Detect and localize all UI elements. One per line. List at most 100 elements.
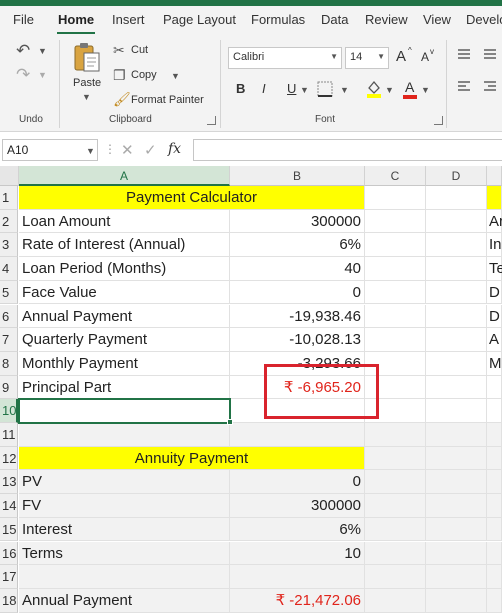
row-header-4[interactable]: 4 bbox=[0, 257, 18, 281]
formula-input[interactable] bbox=[193, 139, 502, 161]
cell-e-clipped-label[interactable]: Te bbox=[489, 257, 502, 281]
row-header-10[interactable]: 10 bbox=[0, 399, 18, 423]
cell-e-clipped-label[interactable]: A bbox=[489, 328, 502, 352]
name-box-dropdown-icon[interactable]: ▼ bbox=[86, 146, 95, 156]
underline-button[interactable]: U bbox=[287, 81, 296, 96]
row-header-2[interactable]: 2 bbox=[0, 209, 18, 234]
grow-font-button[interactable]: A bbox=[396, 48, 406, 65]
redo-dropdown-icon[interactable]: ▼ bbox=[38, 70, 47, 80]
cell-b18[interactable]: ₹ -21,472.06 bbox=[230, 588, 365, 613]
cell-d1[interactable] bbox=[426, 186, 487, 210]
cell-e11[interactable] bbox=[487, 423, 502, 447]
italic-button[interactable]: I bbox=[262, 81, 266, 96]
cell-a1[interactable]: Payment Calculator bbox=[19, 186, 365, 210]
paste-button[interactable]: Paste bbox=[73, 77, 101, 89]
fill-color-icon[interactable] bbox=[365, 78, 383, 98]
font-color-dropdown-icon[interactable]: ▼ bbox=[421, 85, 430, 95]
cell-b15[interactable]: 6% bbox=[230, 517, 365, 542]
cell-a3[interactable]: Rate of Interest (Annual) bbox=[19, 233, 230, 258]
cell-e14[interactable] bbox=[487, 494, 502, 518]
column-header-e[interactable] bbox=[487, 166, 502, 186]
cell-b4[interactable]: 40 bbox=[230, 257, 365, 281]
fill-color-dropdown-icon[interactable]: ▼ bbox=[385, 85, 394, 95]
borders-icon[interactable] bbox=[316, 80, 336, 98]
cell-d7[interactable] bbox=[426, 328, 487, 352]
cell-c2[interactable] bbox=[365, 209, 426, 234]
tab-insert[interactable]: Insert bbox=[112, 12, 145, 27]
cell-c15[interactable] bbox=[365, 517, 426, 542]
row-header-3[interactable]: 3 bbox=[0, 233, 18, 258]
row-header-7[interactable]: 7 bbox=[0, 328, 18, 352]
tab-file[interactable]: File bbox=[13, 12, 34, 27]
cell-a2[interactable]: Loan Amount bbox=[19, 209, 230, 234]
cell-d11[interactable] bbox=[426, 423, 487, 447]
row-header-13[interactable]: 13 bbox=[0, 470, 18, 495]
cell-c1[interactable] bbox=[365, 186, 426, 210]
cell-b3[interactable]: 6% bbox=[230, 233, 365, 258]
cell-a8[interactable]: Monthly Payment bbox=[19, 351, 230, 376]
cell-e10[interactable] bbox=[487, 399, 502, 423]
cell-a16[interactable]: Terms bbox=[19, 541, 230, 566]
cell-d10[interactable] bbox=[426, 399, 487, 423]
tab-data[interactable]: Data bbox=[321, 12, 348, 27]
cell-a18[interactable]: Annual Payment bbox=[19, 588, 230, 613]
cell-e-clipped-label[interactable]: In bbox=[489, 233, 502, 257]
cell-e-clipped-label[interactable]: Ar bbox=[489, 210, 502, 234]
copy-icon[interactable]: ❐ bbox=[113, 68, 126, 82]
cell-a15[interactable]: Interest bbox=[19, 517, 230, 542]
cell-e17[interactable] bbox=[487, 565, 502, 589]
cell-c17[interactable] bbox=[365, 565, 426, 589]
cell-b11[interactable] bbox=[230, 423, 365, 447]
cell-d13[interactable] bbox=[426, 470, 487, 495]
name-box[interactable]: A10 bbox=[2, 139, 98, 161]
confirm-entry-icon[interactable]: ✓ bbox=[144, 141, 157, 159]
cell-b7[interactable]: -10,028.13 bbox=[230, 328, 365, 352]
cell-e15[interactable] bbox=[487, 517, 502, 542]
cell-c18[interactable] bbox=[365, 588, 426, 613]
cell-e-clipped-label[interactable]: D bbox=[489, 305, 502, 329]
format-painter-button[interactable]: Format Painter bbox=[131, 94, 204, 106]
cell-e16[interactable] bbox=[487, 541, 502, 566]
insert-function-button[interactable]: fx bbox=[168, 141, 181, 157]
redo-icon[interactable]: ↷ bbox=[16, 66, 30, 83]
cell-d4[interactable] bbox=[426, 257, 487, 281]
fill-handle[interactable] bbox=[227, 419, 233, 425]
cell-a11[interactable] bbox=[19, 423, 230, 447]
cell-d2[interactable] bbox=[426, 209, 487, 234]
cell-a17[interactable] bbox=[19, 565, 230, 589]
cell-d15[interactable] bbox=[426, 517, 487, 542]
select-all-corner[interactable] bbox=[0, 166, 19, 186]
copy-dropdown-icon[interactable]: ▼ bbox=[171, 71, 180, 81]
formula-bar-menu-icon[interactable]: ⋮ bbox=[104, 142, 116, 156]
cell-d12[interactable] bbox=[426, 446, 487, 471]
tab-developer[interactable]: Develo bbox=[466, 12, 502, 27]
cell-c4[interactable] bbox=[365, 257, 426, 281]
cell-d18[interactable] bbox=[426, 588, 487, 613]
row-header-5[interactable]: 5 bbox=[0, 280, 18, 305]
bold-button[interactable]: B bbox=[236, 81, 245, 96]
cell-a7[interactable]: Quarterly Payment bbox=[19, 328, 230, 352]
tab-page-layout[interactable]: Page Layout bbox=[163, 12, 236, 27]
cell-e1-fill[interactable] bbox=[487, 186, 502, 210]
row-header-12[interactable]: 12 bbox=[0, 446, 18, 471]
row-header-15[interactable]: 15 bbox=[0, 517, 18, 542]
row-header-18[interactable]: 18 bbox=[0, 588, 18, 613]
cell-e13[interactable] bbox=[487, 470, 502, 495]
row-header-6[interactable]: 6 bbox=[0, 304, 18, 329]
cell-b13[interactable]: 0 bbox=[230, 470, 365, 495]
clipboard-launcher-icon[interactable] bbox=[207, 116, 216, 125]
cell-c13[interactable] bbox=[365, 470, 426, 495]
underline-dropdown-icon[interactable]: ▼ bbox=[300, 85, 309, 95]
cell-a14[interactable]: FV bbox=[19, 494, 230, 518]
cell-d8[interactable] bbox=[426, 351, 487, 376]
row-header-1[interactable]: 1 bbox=[0, 186, 18, 210]
cell-c11[interactable] bbox=[365, 423, 426, 447]
cell-e18[interactable] bbox=[487, 588, 502, 613]
cell-c7[interactable] bbox=[365, 328, 426, 352]
cell-c5[interactable] bbox=[365, 280, 426, 305]
cell-d17[interactable] bbox=[426, 565, 487, 589]
row-header-14[interactable]: 14 bbox=[0, 494, 18, 518]
cell-c16[interactable] bbox=[365, 541, 426, 566]
shrink-font-button[interactable]: A bbox=[421, 50, 429, 64]
cell-c3[interactable] bbox=[365, 233, 426, 258]
